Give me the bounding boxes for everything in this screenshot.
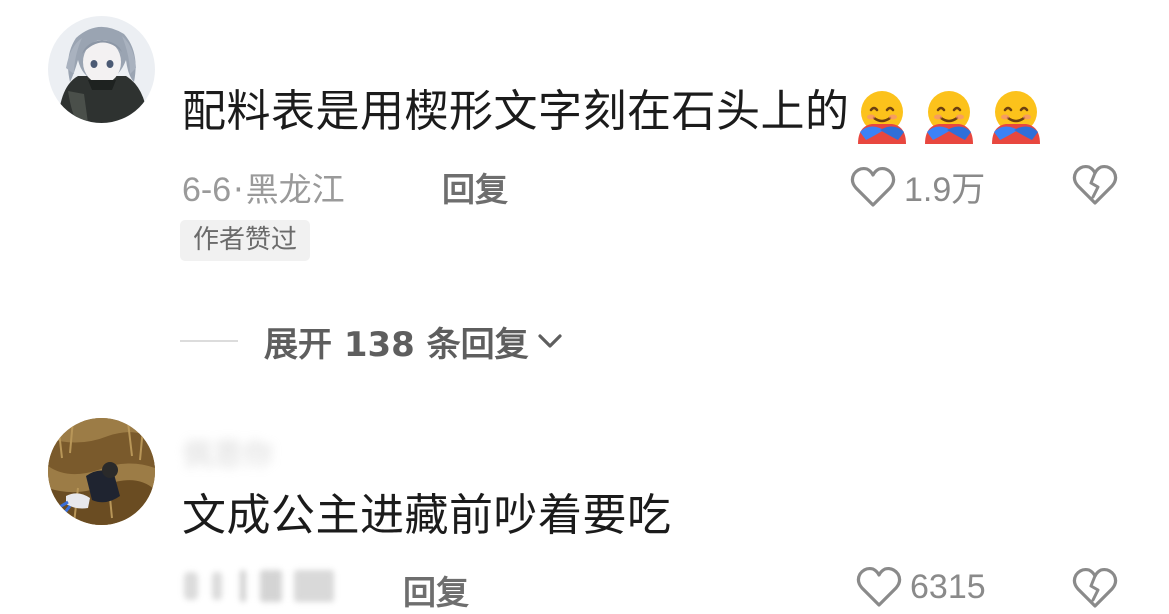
expand-replies-label: 展开 138 条回复 bbox=[264, 324, 529, 365]
emoji-group bbox=[854, 84, 1055, 144]
comment-date: 6-6 bbox=[182, 171, 232, 209]
heart-outline-icon bbox=[856, 566, 902, 607]
chevron-down-icon bbox=[538, 334, 562, 348]
comment-body: 配料表是用楔形文字刻在石头上的 bbox=[182, 86, 850, 137]
comment-text: 文成公主进藏前吵着要吃 bbox=[182, 490, 672, 541]
blurred-meta-bars bbox=[184, 570, 334, 602]
divider-line bbox=[180, 340, 238, 342]
comment-item: 佩恩你 文成公主进藏前吵着要吃 回复 6315 bbox=[0, 400, 1169, 612]
hugging-face-emoji bbox=[924, 91, 973, 144]
dislike-button[interactable] bbox=[1072, 566, 1118, 614]
avatar[interactable] bbox=[48, 418, 155, 525]
hugging-face-emoji bbox=[857, 91, 906, 144]
username[interactable] bbox=[183, 8, 273, 52]
like-button[interactable]: 6315 bbox=[856, 565, 986, 609]
reply-button[interactable]: 回复 bbox=[403, 566, 469, 614]
comment-location: 黑龙江 bbox=[245, 170, 345, 209]
dislike-button[interactable] bbox=[1072, 163, 1118, 211]
heart-outline-icon bbox=[850, 166, 896, 207]
hugging-face-emoji bbox=[991, 91, 1040, 144]
meta-separator: · bbox=[233, 170, 244, 209]
like-count: 1.9万 bbox=[904, 171, 986, 209]
like-button[interactable]: 1.9万 bbox=[850, 162, 985, 211]
author-liked-badge: 作者赞过 bbox=[180, 220, 311, 261]
broken-heart-icon bbox=[1072, 164, 1118, 205]
expand-replies-button[interactable]: 展开 138 条回复 bbox=[180, 318, 567, 365]
like-count: 6315 bbox=[910, 567, 986, 606]
broken-heart-icon bbox=[1072, 567, 1118, 608]
avatar[interactable] bbox=[48, 16, 155, 123]
username[interactable]: 佩恩你 bbox=[183, 430, 273, 474]
comment-item: 配料表是用楔形文字刻在石头上的 6-6·黑龙江 回复 1.9万 作者赞过 bbox=[0, 0, 1169, 300]
comment-text: 配料表是用楔形文字刻在石头上的 bbox=[182, 82, 1055, 144]
comment-meta: 6-6·黑龙江 bbox=[182, 163, 345, 211]
reply-button[interactable]: 回复 bbox=[442, 163, 508, 211]
